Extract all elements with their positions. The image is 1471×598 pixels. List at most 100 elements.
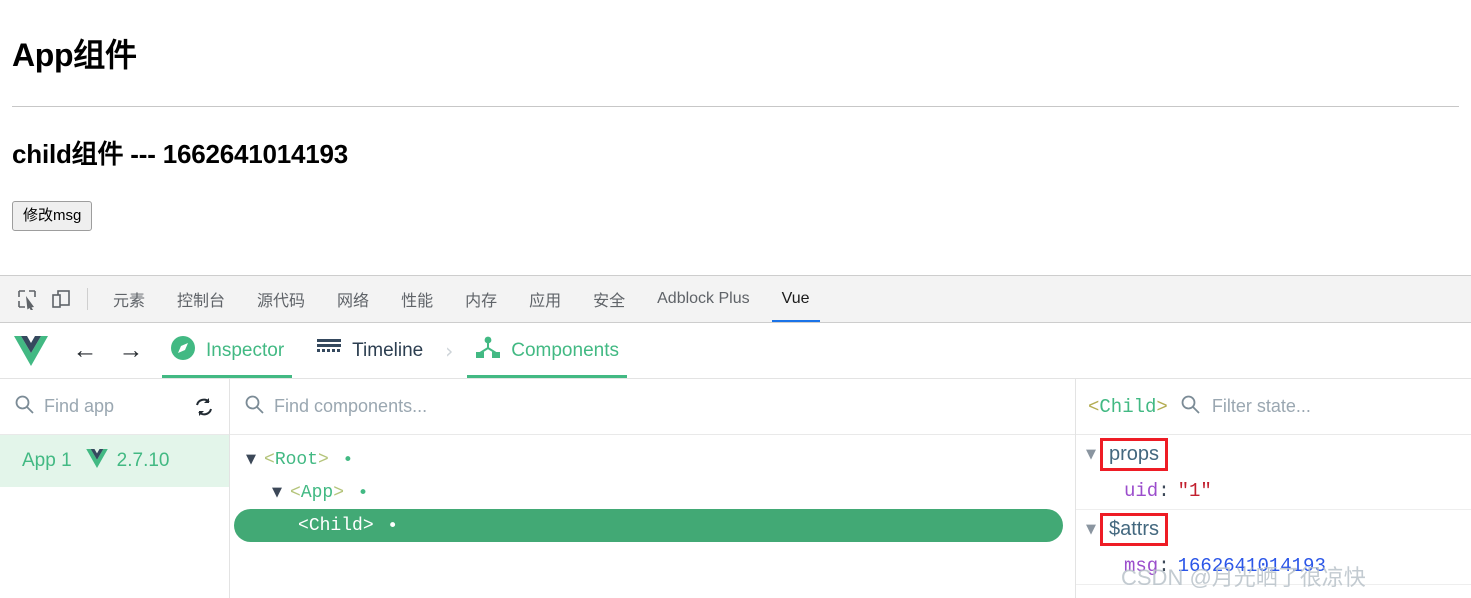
app-version-label: 2.7.10 — [116, 450, 170, 471]
tree-node-root[interactable]: ▼ < Root > • — [234, 443, 1063, 476]
tab-label: Adblock Plus — [657, 290, 750, 307]
component-tree-icon — [475, 336, 501, 366]
caret-down-icon[interactable]: ▼ — [1086, 522, 1104, 537]
find-app-row: Find app — [0, 379, 229, 435]
refresh-icon[interactable] — [193, 396, 215, 418]
chevron-right-icon: › — [439, 323, 459, 378]
search-icon — [1180, 394, 1200, 419]
state-panel-header: <Child> Filter state... — [1076, 379, 1471, 435]
tag-close-bracket: > — [362, 515, 374, 536]
rendered-page: App组件 child组件 --- 1662641014193 修改msg — [0, 0, 1471, 275]
vue-logo-icon — [85, 448, 108, 474]
find-components-row: Find components... — [230, 379, 1075, 435]
state-group-props: ▼ props uid: "1" — [1076, 435, 1471, 510]
state-group-attrs: ▼ $attrs msg:1662641014193 — [1076, 510, 1471, 585]
state-group-header[interactable]: ▼ props — [1076, 435, 1471, 473]
tab-label: 元素 — [113, 293, 146, 310]
devtools-tab-vue[interactable]: Vue — [766, 276, 826, 322]
devtools-tab-strip: 元素 控制台 源代码 网络 性能 内存 应用 安全 Adblock Plus V… — [0, 275, 1471, 323]
caret-down-icon[interactable]: ▼ — [272, 485, 290, 500]
devtools-tab-adblock-plus[interactable]: Adblock Plus — [641, 276, 766, 322]
devtools-tab-console[interactable]: 控制台 — [161, 276, 241, 322]
state-key: uid — [1124, 480, 1159, 502]
render-dot-icon: • — [387, 515, 398, 536]
state-panel: <Child> Filter state... ▼ props uid: "1" … — [1076, 379, 1471, 598]
tab-label: Vue — [781, 290, 810, 307]
devtools-tab-performance[interactable]: 性能 — [385, 276, 449, 322]
state-group-header[interactable]: ▼ $attrs — [1076, 510, 1471, 548]
vue-logo-icon — [0, 323, 62, 378]
state-group-label: props — [1099, 437, 1169, 471]
devtools-tab-security[interactable]: 安全 — [577, 276, 641, 322]
devtools-tab-memory[interactable]: 内存 — [449, 276, 513, 322]
tree-node-label: Child — [308, 515, 363, 536]
modify-msg-button[interactable]: 修改msg — [12, 201, 93, 231]
caret-down-icon[interactable]: ▼ — [1086, 447, 1104, 462]
state-key: msg — [1124, 555, 1159, 577]
timeline-icon — [316, 337, 342, 365]
devtools-tab-application[interactable]: 应用 — [513, 276, 577, 322]
devtools-tab-elements[interactable]: 元素 — [97, 276, 161, 322]
tab-label: 应用 — [529, 293, 562, 310]
tag-open-bracket: < — [264, 449, 275, 470]
tag-open-bracket: < — [290, 482, 301, 503]
render-dot-icon: • — [358, 482, 369, 503]
vue-tab-components[interactable]: Components — [459, 323, 635, 378]
app-list-item[interactable]: App 1 2.7.10 — [0, 435, 229, 487]
apps-panel: Find app App 1 2.7.10 — [0, 379, 230, 598]
render-dot-icon: • — [342, 449, 353, 470]
back-arrow-icon[interactable]: ← — [62, 323, 108, 378]
state-value: 1662641014193 — [1177, 555, 1326, 577]
state-entry-uid[interactable]: uid: "1" — [1076, 473, 1471, 509]
caret-down-icon[interactable]: ▼ — [246, 452, 264, 467]
component-tree: ▼ < Root > • ▼ < App > • < Child > • — [230, 435, 1075, 542]
tab-label: 内存 — [465, 293, 498, 310]
vue-tab-label: Inspector — [206, 339, 285, 361]
state-entry-msg[interactable]: msg:1662641014193 — [1076, 548, 1471, 584]
find-app-input[interactable]: Find app — [44, 396, 183, 417]
filter-state-input[interactable]: Filter state... — [1212, 396, 1311, 417]
forward-arrow-glyph: → — [118, 336, 144, 364]
tab-label: 安全 — [593, 293, 626, 310]
search-icon — [14, 394, 34, 419]
devtools-tab-sources[interactable]: 源代码 — [241, 276, 321, 322]
component-tree-panel: Find components... ▼ < Root > • ▼ < App … — [230, 379, 1076, 598]
tab-label: 性能 — [401, 293, 434, 310]
tree-node-label: Root — [274, 449, 319, 470]
inspect-element-icon[interactable] — [10, 276, 44, 322]
page-subtitle: child组件 --- 1662641014193 — [12, 139, 349, 169]
state-value: "1" — [1177, 480, 1212, 502]
vue-devtools-header: ← → Inspector Timeline › Components — [0, 323, 1471, 379]
vue-tab-timeline[interactable]: Timeline — [300, 323, 439, 378]
state-colon: : — [1158, 480, 1170, 502]
tag-open-bracket: < — [1088, 395, 1100, 418]
selected-component-name: <Child> — [1088, 396, 1168, 418]
back-arrow-glyph: ← — [72, 336, 98, 364]
tag-close-bracket: > — [318, 449, 329, 470]
tab-label: 网络 — [337, 293, 370, 310]
vue-tab-label: Timeline — [352, 339, 424, 361]
device-toolbar-icon[interactable] — [44, 276, 78, 322]
tree-node-app[interactable]: ▼ < App > • — [234, 476, 1063, 509]
page-title: App组件 — [12, 37, 137, 73]
vue-tab-inspector[interactable]: Inspector — [154, 323, 300, 378]
devtools-tab-network[interactable]: 网络 — [321, 276, 385, 322]
app-name: App 1 — [22, 450, 72, 471]
state-colon: : — [1158, 555, 1170, 577]
state-group-label: $attrs — [1099, 512, 1169, 546]
search-icon — [244, 394, 264, 419]
component-label: Child — [1099, 395, 1157, 418]
find-components-input[interactable]: Find components... — [274, 396, 1061, 417]
app-version-group: 2.7.10 — [85, 448, 170, 474]
tree-node-label: App — [300, 482, 334, 503]
tag-close-bracket: > — [333, 482, 345, 503]
vue-tab-label: Components — [511, 339, 619, 361]
tag-open-bracket: < — [298, 515, 309, 536]
forward-arrow-icon[interactable]: → — [108, 323, 154, 378]
vue-devtools-body: Find app App 1 2.7.10 Find components...… — [0, 379, 1471, 598]
chevron-glyph: › — [445, 338, 454, 363]
toolbar-divider — [87, 288, 88, 310]
tree-node-child[interactable]: < Child > • — [234, 509, 1063, 542]
tab-label: 控制台 — [177, 293, 226, 310]
compass-icon — [170, 335, 196, 367]
